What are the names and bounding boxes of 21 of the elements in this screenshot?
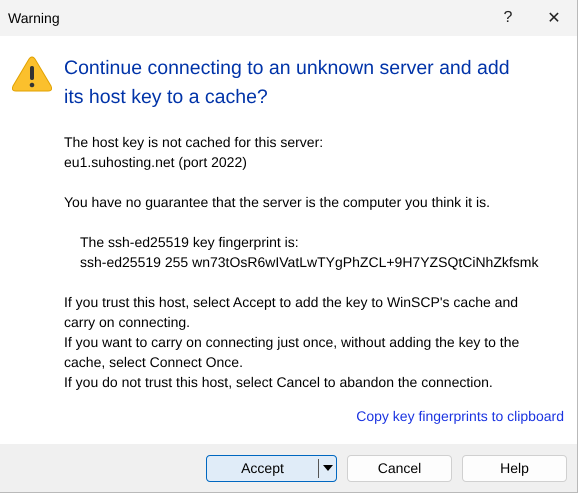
warning-icon (12, 56, 52, 92)
message-text: ssh-ed25519 255 wn73tOsR6wIVatLwTYgPhZCL+9H7YZSQtCiNhZkfsmk (80, 253, 540, 272)
copy-fingerprints-link[interactable]: Copy key fingerprints to clipboard (356, 408, 564, 424)
caret-icon (322, 465, 332, 471)
message-text: If you do not trust this host, select Cancel to abandon the connection. (64, 373, 494, 392)
window-title: Warning (8, 10, 61, 26)
dialog-button[interactable]: Accept (206, 454, 337, 482)
message-text: The host key is not cached for this server: (64, 133, 324, 152)
message-text: The ssh-ed25519 key fingerprint is: (80, 233, 300, 252)
message-text: carry on connecting. (64, 313, 192, 332)
dialog-heading: its host key to a cache? (64, 85, 269, 110)
dialog-button[interactable]: Cancel (347, 454, 452, 482)
message-text: If you want to carry on connecting just once, without adding the key to the (64, 333, 520, 352)
dialog-button[interactable]: Help (462, 454, 567, 482)
dialog-heading: Continue connecting to an unknown server and add (64, 56, 511, 81)
help-button[interactable]: ? (485, 0, 531, 36)
message-text: eu1.suhosting.net (port 2022) (64, 153, 248, 172)
close-button[interactable]: ✕ (531, 0, 577, 36)
message-text: You have no guarantee that the server is the computer you think it is. (64, 193, 491, 212)
message-text: If you trust this host, select Accept to add the key to WinSCP's cache and (64, 293, 520, 312)
message-text: cache, select Connect Once. (64, 353, 244, 372)
